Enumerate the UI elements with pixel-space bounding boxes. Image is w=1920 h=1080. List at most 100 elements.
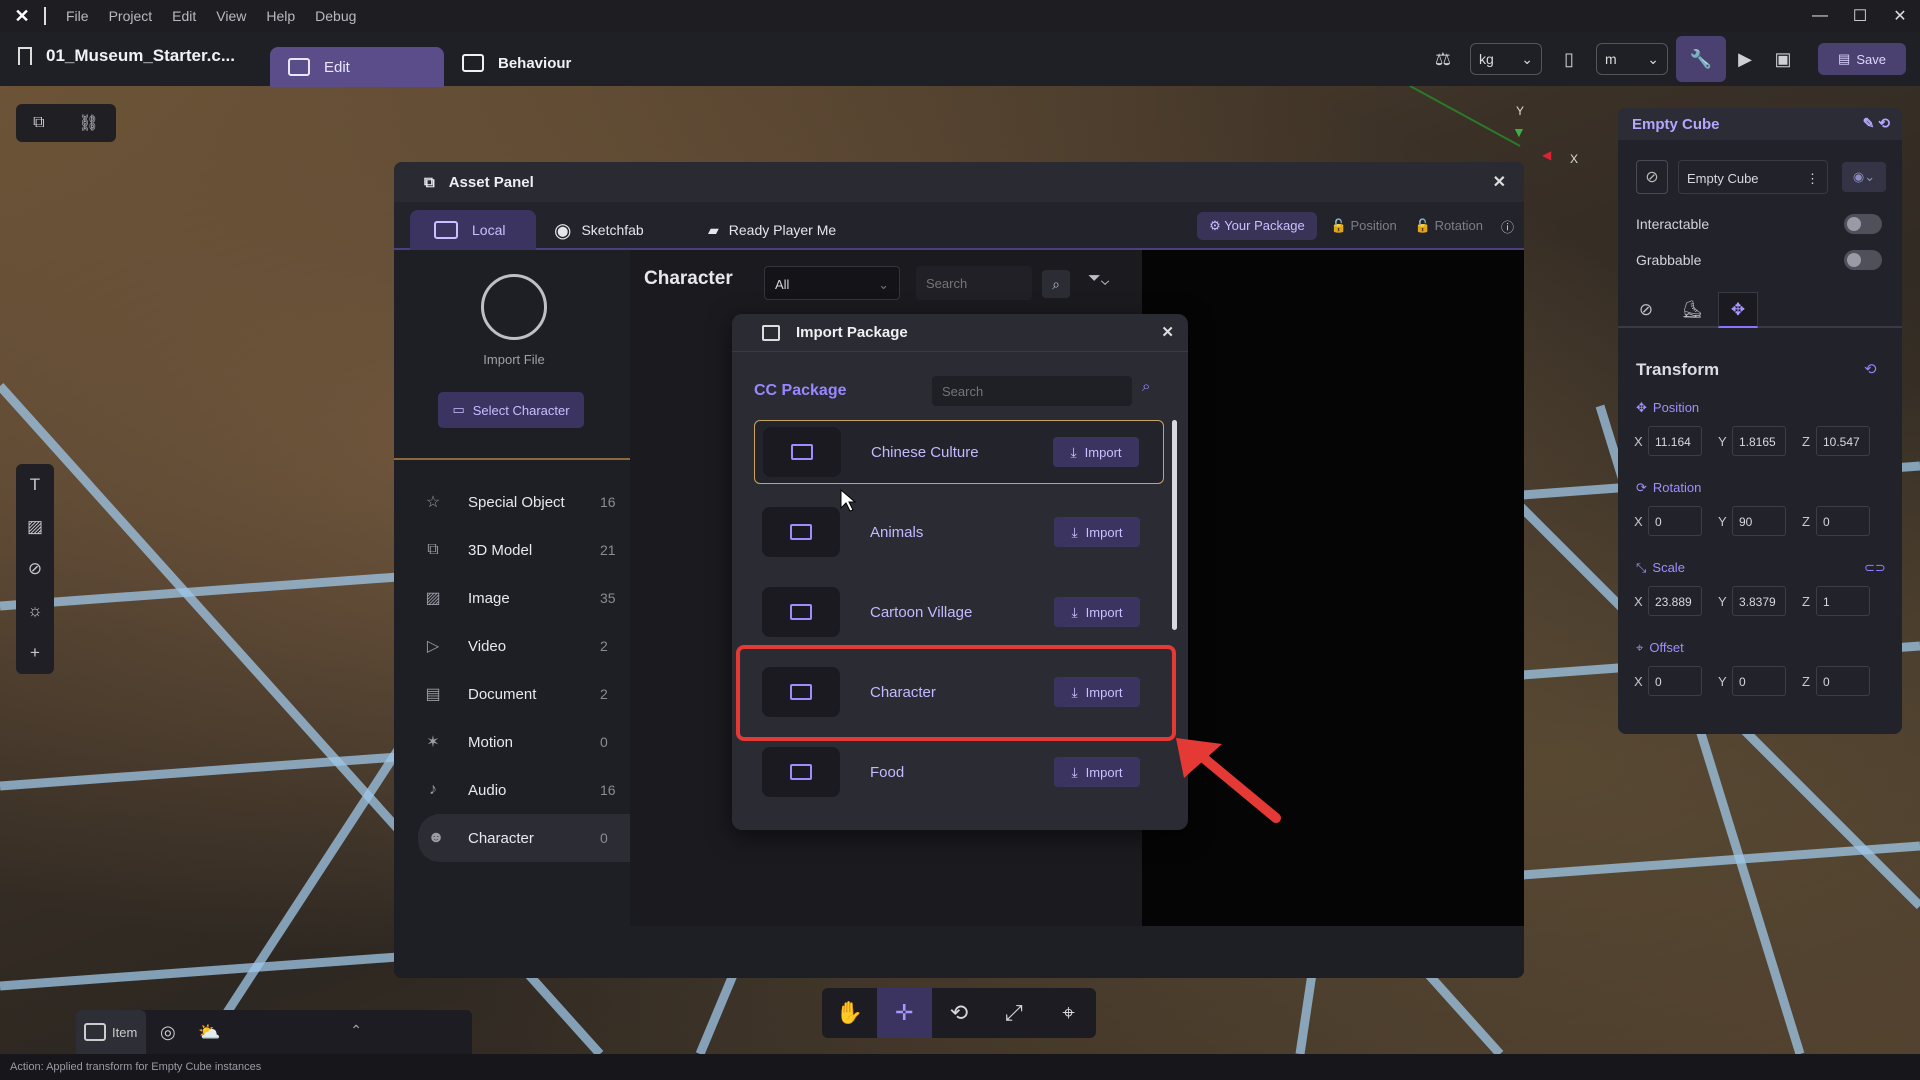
tab-ready-player-me[interactable]: ▰ Ready Player Me [708,210,836,250]
environment-icon[interactable]: ⛅ [198,1010,220,1054]
axis-label: Z [1802,673,1810,689]
link-scale-icon[interactable]: ⊂⊃ [1864,560,1886,576]
offset-y-input[interactable]: 0 [1732,666,1786,696]
tab-rpm-label: Ready Player Me [728,222,837,238]
rotation-y-input[interactable]: 90 [1732,506,1786,536]
menu-file[interactable]: File [56,8,99,24]
tab-physics-icon[interactable]: ⛸ [1672,292,1712,328]
sidebar-item-video[interactable]: ▷ Video 2 [394,622,630,670]
position-y-input[interactable]: 1.8165 [1732,426,1786,456]
rotation-x-input[interactable]: 0 [1648,506,1702,536]
weight-icon: ⚖ [1434,48,1452,69]
app-logo-icon: ✕ [14,5,30,26]
edit-reset-icons[interactable]: ✎ ⟲ [1863,115,1890,132]
tab-edit[interactable]: Edit [270,47,444,87]
rpm-icon: ▰ [708,221,719,238]
sidebar-item-special-object[interactable]: ☆ Special Object 16 [394,478,630,526]
window-close-icon[interactable]: ✕ [1880,0,1920,32]
sidebar-item-character[interactable]: ☻ Character 0 [418,814,630,862]
maximize-icon[interactable]: ☐ [1840,0,1880,32]
sidebar-item-3d-model[interactable]: ⧉ 3D Model 21 [394,526,630,574]
info-icon[interactable]: ⓘ [1501,217,1514,236]
hand-icon[interactable]: ✋ [822,988,877,1038]
scale-y-input[interactable]: 3.8379 [1732,586,1786,616]
rotation-lock-button[interactable]: 🔓 Rotation [1415,218,1483,234]
package-search-input[interactable] [932,376,1132,406]
reset-icon[interactable]: ⟲ [1864,360,1877,378]
minimize-icon[interactable]: — [1800,0,1840,32]
package-item-cartoon-village[interactable]: Cartoon Village ⤓ Import [754,580,1164,644]
monitor-icon [434,221,458,239]
publish-icon[interactable]: ▣ [1764,40,1802,78]
category-label: Audio [468,781,507,799]
select-character-button[interactable]: ▭ Select Character [438,392,584,428]
package-scrollbar[interactable] [1172,420,1177,630]
filter-select[interactable]: All ⌄ [764,266,900,300]
asset-search-input[interactable] [916,266,1032,300]
sidebar-item-document[interactable]: ▤ Document 2 [394,670,630,718]
menu-view[interactable]: View [206,8,256,24]
grabbable-toggle[interactable] [1844,250,1882,270]
import-button[interactable]: ⤓ Import [1054,597,1140,627]
menu-project[interactable]: Project [99,8,163,24]
offset-x-input[interactable]: 0 [1648,666,1702,696]
visibility-toggle[interactable]: ◉⌄ [1842,162,1886,192]
light-tool-icon[interactable]: ☼ [27,601,43,621]
close-icon[interactable]: ✕ [1161,323,1174,341]
rotate-icon[interactable]: ⟲ [932,988,987,1038]
chevron-up-icon[interactable]: ⌃ [350,1022,362,1039]
import-button[interactable]: ⤓ Import [1054,517,1140,547]
position-x-input[interactable]: 11.164 [1648,426,1702,456]
package-item-animals[interactable]: Animals ⤓ Import [754,500,1164,564]
package-item-chinese-culture[interactable]: Chinese Culture ⤓ Import [754,420,1164,484]
import-button[interactable]: ⤓ Import [1053,437,1139,467]
menu-help[interactable]: Help [256,8,305,24]
menu-edit[interactable]: Edit [162,8,206,24]
link-icon[interactable]: ⛓ [79,113,99,133]
scale-x-input[interactable]: 23.889 [1648,586,1702,616]
play-icon[interactable]: ▶ [1726,40,1764,78]
text-tool-icon[interactable]: T [30,475,40,495]
category-title: Character [644,268,733,289]
scale-icon[interactable]: ⤢ [986,988,1041,1038]
tab-object-icon[interactable]: ⊘ [1626,292,1666,328]
sidebar-item-image[interactable]: ▨ Image 35 [394,574,630,622]
your-package-button[interactable]: ⚙ Your Package [1197,212,1317,240]
your-package-label: Your Package [1224,218,1305,233]
scale-z-input[interactable]: 1 [1816,586,1870,616]
duplicate-icon[interactable]: ⧉ [33,114,44,132]
more-icon[interactable]: ⋮ [1806,171,1819,187]
rotation-z-input[interactable]: 0 [1816,506,1870,536]
move-icon[interactable]: ✛ [876,988,932,1038]
offset-z-input[interactable]: 0 [1816,666,1870,696]
search-icon[interactable]: ⌕ [1142,378,1150,395]
sidebar-item-audio[interactable]: ♪ Audio 16 [394,766,630,814]
length-unit-select[interactable]: m ⌄ [1596,43,1668,75]
tab-sketchfab[interactable]: ◉ Sketchfab [554,210,644,250]
filter-icon[interactable]: ⏷⌄ [1088,270,1109,288]
save-button[interactable]: ▤ Save [1818,43,1906,75]
import-button[interactable]: ⤓ Import [1054,757,1140,787]
axis-gizmo[interactable]: Y X ▼ ◀ [1500,104,1580,166]
camera-icon[interactable]: ◎ [160,1010,176,1054]
menu-debug[interactable]: Debug [305,8,366,24]
object-name-field[interactable]: Empty Cube ⋮ [1678,160,1828,194]
object-tool-icon[interactable]: ⊘ [28,559,42,579]
interactable-toggle[interactable] [1844,214,1882,234]
tab-transform-icon[interactable]: ✥ [1718,292,1758,328]
pivot-icon[interactable]: ⌖ [1041,988,1096,1038]
mass-unit-select[interactable]: kg ⌄ [1470,43,1542,75]
sidebar-item-motion[interactable]: ✶ Motion 0 [394,718,630,766]
import-file-button[interactable]: Import File [434,274,594,367]
tab-item[interactable]: Item [76,1010,146,1054]
tab-behaviour[interactable]: Behaviour [462,54,571,72]
add-icon[interactable]: + [30,643,40,663]
position-lock-button[interactable]: 🔓 Position [1331,218,1397,234]
position-z-input[interactable]: 10.547 [1816,426,1870,456]
image-tool-icon[interactable]: ▨ [27,517,43,537]
tab-local[interactable]: Local [410,210,536,250]
close-icon[interactable]: ✕ [1493,172,1506,192]
wrench-icon[interactable]: 🔧 [1676,36,1726,82]
search-icon[interactable]: ⌕ [1042,270,1070,298]
package-item-food[interactable]: Food ⤓ Import [754,740,1164,804]
